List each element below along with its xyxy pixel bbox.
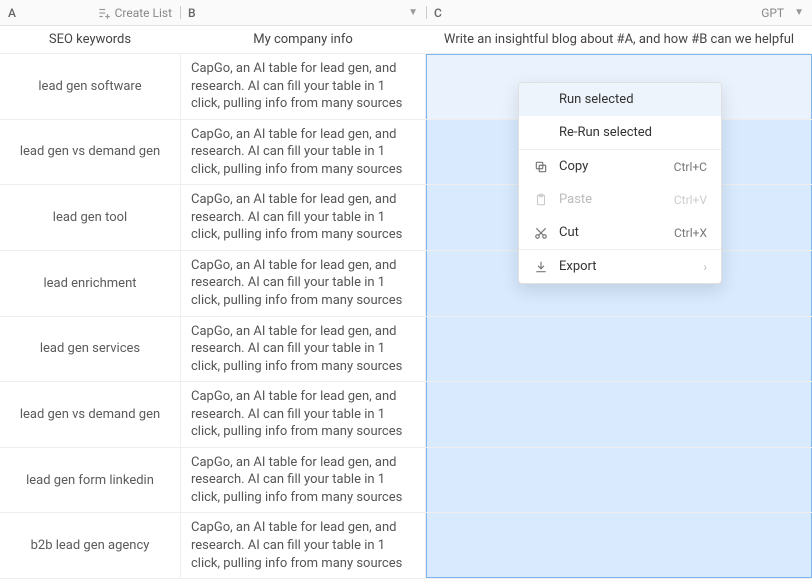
keyword-cell[interactable]: lead gen tool bbox=[0, 185, 180, 250]
column-letter-b: B bbox=[188, 6, 196, 20]
copy-icon bbox=[533, 160, 549, 174]
column-header-a: A Create List bbox=[0, 0, 180, 25]
company-info-cell[interactable]: CapGo, an AI table for lead gen, and res… bbox=[180, 317, 426, 382]
menu-label: Export bbox=[559, 259, 693, 274]
output-cell[interactable] bbox=[426, 382, 812, 447]
column-header-row: A Create List B ▼ C GPT ▼ bbox=[0, 0, 812, 26]
paste-icon bbox=[533, 193, 549, 207]
keyword-cell[interactable]: lead enrichment bbox=[0, 251, 180, 316]
table-row: b2b lead gen agency CapGo, an AI table f… bbox=[0, 513, 812, 579]
company-info-cell[interactable]: CapGo, an AI table for lead gen, and res… bbox=[180, 251, 426, 316]
company-info-cell[interactable]: CapGo, an AI table for lead gen, and res… bbox=[180, 54, 426, 119]
column-title-c[interactable]: Write an insightful blog about #A, and h… bbox=[426, 32, 812, 47]
menu-export[interactable]: Export › bbox=[519, 250, 721, 283]
menu-label: Run selected bbox=[559, 92, 707, 107]
keyword-cell[interactable]: lead gen software bbox=[0, 54, 180, 119]
table-row: lead gen services CapGo, an AI table for… bbox=[0, 317, 812, 383]
menu-label: Re-Run selected bbox=[559, 125, 707, 140]
context-menu: Run selected Re-Run selected Copy Ctrl+C… bbox=[518, 82, 722, 284]
table-row: lead gen form linkedin CapGo, an AI tabl… bbox=[0, 448, 812, 514]
menu-run-selected[interactable]: Run selected bbox=[519, 83, 721, 116]
menu-shortcut: Ctrl+V bbox=[674, 193, 707, 207]
table-row: lead gen vs demand gen CapGo, an AI tabl… bbox=[0, 382, 812, 448]
menu-label: Cut bbox=[559, 225, 664, 240]
create-list-icon bbox=[97, 6, 111, 20]
company-info-cell[interactable]: CapGo, an AI table for lead gen, and res… bbox=[180, 513, 426, 578]
column-header-c: C GPT ▼ bbox=[426, 0, 812, 25]
create-list-label: Create List bbox=[115, 6, 172, 20]
company-info-cell[interactable]: CapGo, an AI table for lead gen, and res… bbox=[180, 120, 426, 185]
output-cell[interactable] bbox=[426, 513, 812, 578]
menu-cut[interactable]: Cut Ctrl+X bbox=[519, 216, 721, 249]
chevron-right-icon: › bbox=[703, 260, 707, 274]
column-letter-a: A bbox=[8, 6, 16, 20]
menu-shortcut: Ctrl+X bbox=[674, 226, 707, 240]
menu-shortcut: Ctrl+C bbox=[674, 160, 707, 174]
create-list-button[interactable]: Create List bbox=[97, 6, 172, 20]
chevron-down-icon: ▼ bbox=[794, 7, 804, 18]
keyword-cell[interactable]: b2b lead gen agency bbox=[0, 513, 180, 578]
column-title-a[interactable]: SEO keywords bbox=[0, 32, 180, 47]
cut-icon bbox=[533, 226, 549, 240]
menu-label: Copy bbox=[559, 159, 664, 174]
column-title-b[interactable]: My company info bbox=[180, 32, 426, 47]
company-info-cell[interactable]: CapGo, an AI table for lead gen, and res… bbox=[180, 185, 426, 250]
gpt-label: GPT bbox=[761, 6, 784, 20]
menu-paste: Paste Ctrl+V bbox=[519, 183, 721, 216]
menu-rerun-selected[interactable]: Re-Run selected bbox=[519, 116, 721, 149]
output-cell[interactable] bbox=[426, 448, 812, 513]
keyword-cell[interactable]: lead gen services bbox=[0, 317, 180, 382]
company-info-cell[interactable]: CapGo, an AI table for lead gen, and res… bbox=[180, 382, 426, 447]
keyword-cell[interactable]: lead gen vs demand gen bbox=[0, 382, 180, 447]
export-icon bbox=[533, 260, 549, 274]
column-b-dropdown-icon[interactable]: ▼ bbox=[408, 7, 418, 18]
column-letter-c: C bbox=[434, 6, 442, 20]
keyword-cell[interactable]: lead gen form linkedin bbox=[0, 448, 180, 513]
keyword-cell[interactable]: lead gen vs demand gen bbox=[0, 120, 180, 185]
menu-copy[interactable]: Copy Ctrl+C bbox=[519, 150, 721, 183]
column-title-row: SEO keywords My company info Write an in… bbox=[0, 26, 812, 54]
output-cell[interactable] bbox=[426, 317, 812, 382]
menu-label: Paste bbox=[559, 192, 664, 207]
gpt-model-dropdown[interactable]: GPT ▼ bbox=[761, 6, 804, 20]
company-info-cell[interactable]: CapGo, an AI table for lead gen, and res… bbox=[180, 448, 426, 513]
column-header-b: B ▼ bbox=[180, 0, 426, 25]
